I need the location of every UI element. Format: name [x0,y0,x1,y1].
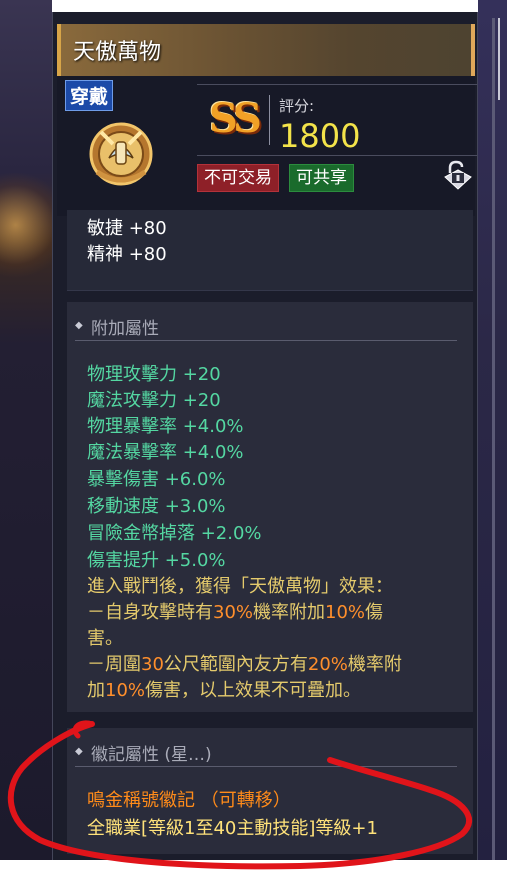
effect-intro: 進入戰鬥後，獲得「天傲萬物」效果： [87,576,393,597]
additional-attributes-header: ◆ 附加屬性 [75,312,457,341]
grade-badge: SS [209,95,262,142]
effect-text: 公尺範圍內友方有 [163,654,308,675]
grade-score-box: SS 評分: 1800 [197,84,477,156]
untradable-badge: 不可交易 [197,164,279,192]
attribute-line: 暴擊傷害 +6.0% [87,469,226,490]
effect-line: －周圍30公尺範圍內友方有20%機率附 [87,650,402,676]
attribute-line: 物理攻擊力 +20 [87,364,221,385]
item-header: 穿戴 SS 評分: 1800 不可交易 可共享 [57,76,477,216]
effect-text: －周圍 [87,654,141,675]
effect-text: －自身攻擊時有 [87,602,213,623]
diamond-bullet-icon: ◆ [75,746,83,757]
attribute-line: 魔法攻擊力 +20 [87,390,221,411]
effect-text: 傷害，以上效果不可疊加。 [145,680,362,701]
effect-line: －自身攻擊時有30%機率附加10%傷 [87,598,383,624]
title-accent-left [57,24,61,76]
attribute-line: 物理暴擊率 +4.0% [87,416,244,437]
base-stat-spirit: 精神 +80 [87,244,167,265]
background-left [0,0,52,860]
effect-highlight: 10% [325,602,366,623]
item-tooltip-panel: 天傲萬物 穿戴 SS 評分: 1800 不可交易 可共享 敏捷 +80 精神 +… [52,12,478,860]
effect-highlight: 20% [307,654,348,675]
background-glow [0,170,52,280]
additional-attributes-section: ◆ 附加屬性 物理攻擊力 +20 魔法攻擊力 +20 物理暴擊率 +4.0% 魔… [67,302,473,712]
attribute-line: 魔法暴擊率 +4.0% [87,442,244,463]
title-accent-right [471,24,475,76]
effect-line: 害。 [87,624,123,650]
score-label: 評分: [279,97,315,115]
item-title-bar: 天傲萬物 [57,24,475,76]
emblem-name: 鳴金稱號徽記 （可轉移） [87,790,291,811]
effect-highlight: 30 [141,654,164,675]
attribute-line: 移動速度 +3.0% [87,496,226,517]
effect-highlight: 10% [105,680,146,701]
grade-divider [269,95,270,145]
attribute-line: 冒險金幣掉落 +2.0% [87,523,262,544]
effect-text: 加 [87,680,105,701]
base-stats-box: 敏捷 +80 精神 +80 [67,210,473,291]
background-right [478,0,507,860]
effect-text: 害。 [87,628,123,649]
effect-text: 傷 [365,602,384,623]
score-value: 1800 [279,117,361,155]
effect-line: 加10%傷害，以上效果不可疊加。 [87,676,361,702]
effect-highlight: 30% [213,602,254,623]
base-stat-agility: 敏捷 +80 [87,218,167,239]
equipped-tag: 穿戴 [65,80,114,111]
emblem-attributes-section: ◆ 徽記屬性 (星…) 鳴金稱號徽記 （可轉移） 全職業[等級1至40主動技能]… [67,728,473,854]
shareable-badge: 可共享 [289,164,354,192]
emblem-effect: 全職業[等級1至40主動技能]等級+1 [87,818,378,839]
section-title: 附加屬性 [91,319,159,339]
emblem-attributes-header: ◆ 徽記屬性 (星…) [75,738,457,767]
unlock-icon[interactable] [441,160,475,190]
item-name: 天傲萬物 [73,40,162,65]
scrollbar-track[interactable] [492,18,495,860]
effect-text: 機率附 [347,654,402,675]
section-title: 徽記屬性 (星…) [91,745,212,765]
emblem-icon [89,122,153,186]
scrollbar-thumb[interactable] [498,18,500,100]
effect-text: 機率附加 [253,602,326,623]
attribute-line: 傷害提升 +5.0% [87,550,226,571]
diamond-bullet-icon: ◆ [75,320,83,331]
